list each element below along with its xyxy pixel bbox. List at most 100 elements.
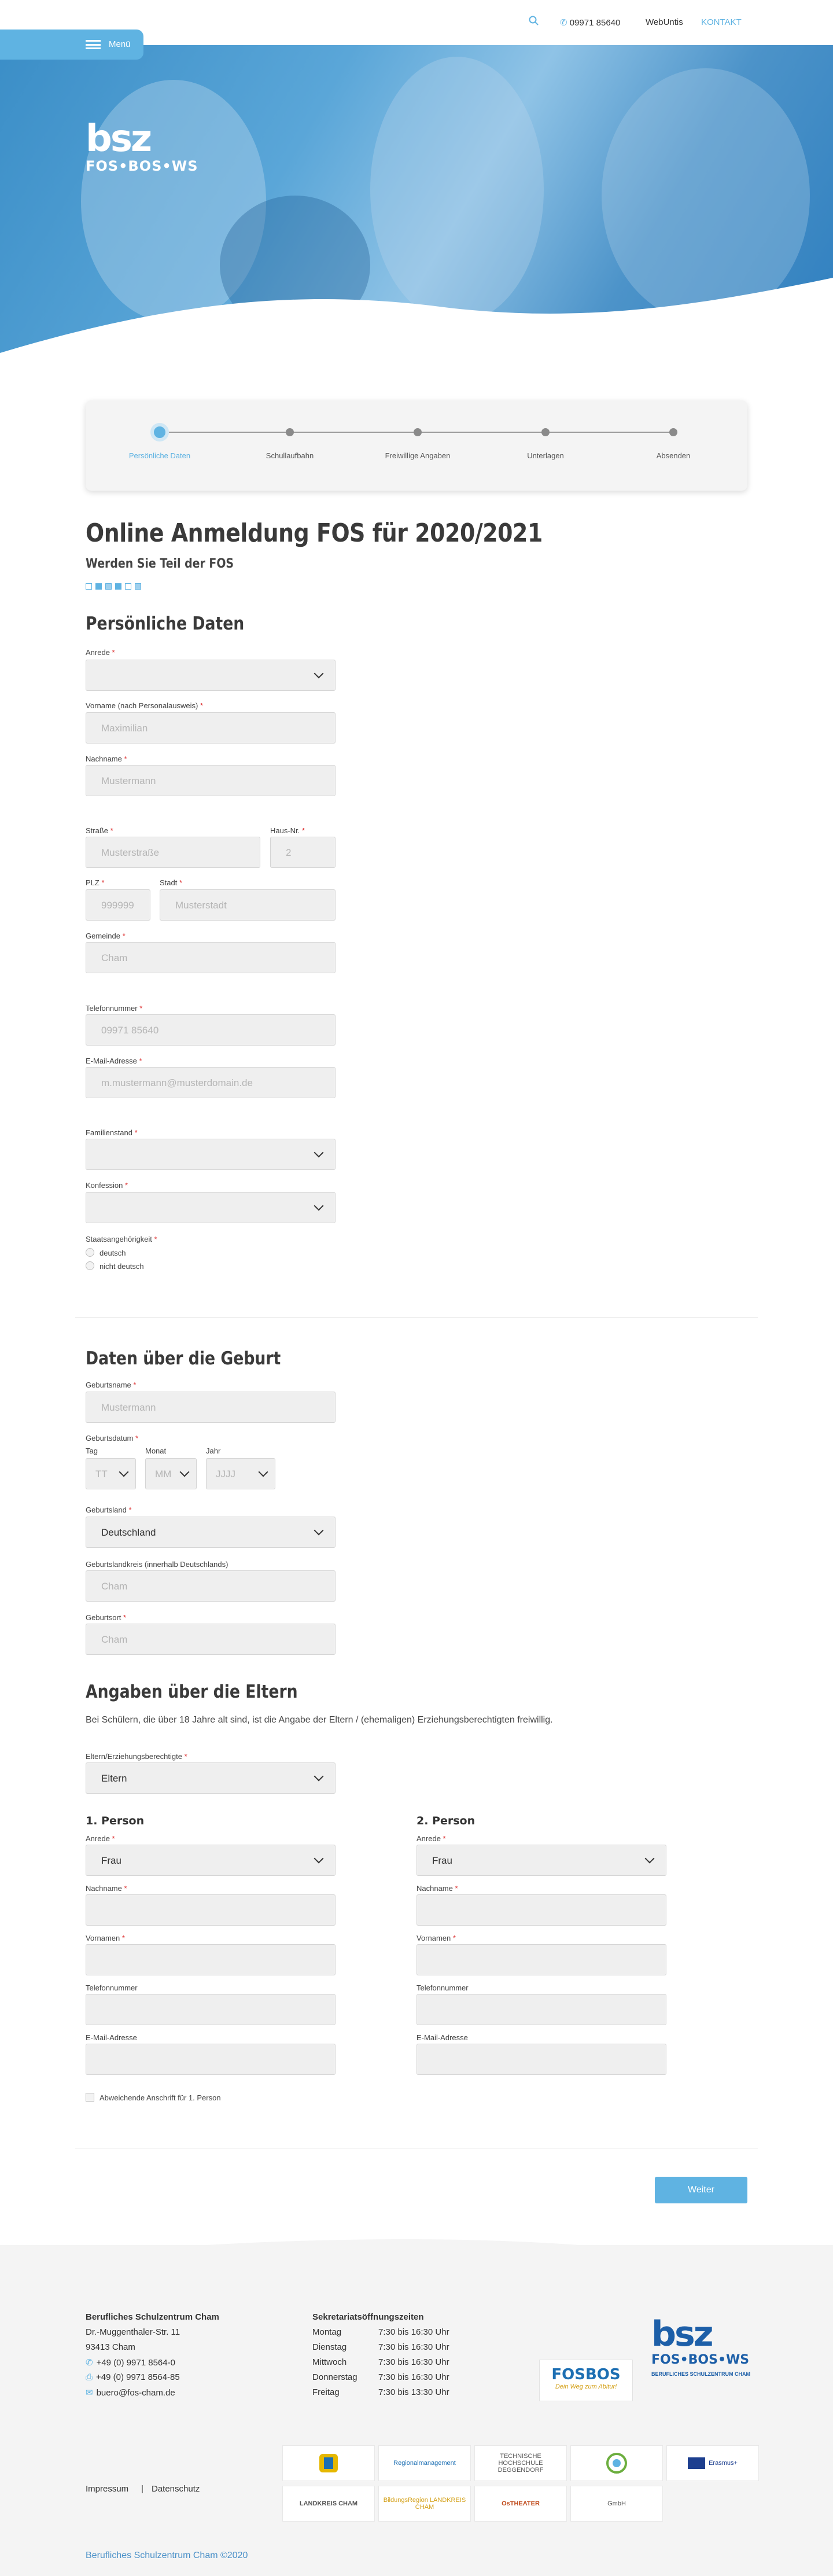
partner-logo-erasmus[interactable]: Erasmus+: [666, 2445, 759, 2481]
hours-time-2: 7:30 bis 16:30 Uhr: [378, 2342, 449, 2352]
monat-select[interactable]: MM: [145, 1458, 197, 1489]
bsz-footer-logo[interactable]: bsz FOS•BOS•WS BERUFLICHES SCHULZENTRUM …: [651, 2317, 750, 2404]
erz-select[interactable]: Eltern: [86, 1762, 336, 1794]
fosbos-logo[interactable]: FOSBOS Dein Weg zum Abitur!: [539, 2360, 633, 2401]
p1-anrede-select[interactable]: Frau: [86, 1845, 336, 1876]
phone-icon: ✆: [86, 2358, 93, 2368]
partner-logo-ostheater[interactable]: OsTHEATER: [474, 2486, 567, 2522]
p1-nachname-label: Nachname *: [86, 1884, 127, 1893]
partner-logo-circle[interactable]: [570, 2445, 663, 2481]
hero-wave: [0, 278, 833, 359]
p2-anrede-select[interactable]: Frau: [417, 1845, 666, 1876]
kontakt-link[interactable]: KONTAKT: [701, 17, 742, 27]
datenschutz-link[interactable]: Datenschutz: [152, 2484, 200, 2494]
step-label-3[interactable]: Freiwillige Angaben: [354, 451, 481, 460]
hours-time-4: 7:30 bis 16:30 Uhr: [378, 2372, 449, 2382]
konfession-select[interactable]: [86, 1192, 336, 1223]
step-dot-5[interactable]: [669, 428, 677, 436]
staat-deutsch-label[interactable]: deutsch: [99, 1249, 126, 1257]
decorative-squares: [86, 582, 145, 593]
telefon-label: Telefonnummer *: [86, 1004, 143, 1013]
footer-phone[interactable]: ✆ +49 (0) 9971 8564-0: [86, 2357, 175, 2368]
progress-stepper: Persönliche Daten Schullaufbahn Freiwill…: [86, 400, 747, 491]
search-icon[interactable]: [529, 16, 539, 28]
p1-vornamen-input[interactable]: [86, 1944, 336, 1975]
copyright-link[interactable]: Berufliches Schulzentrum Cham ©2020: [86, 2551, 248, 2561]
partner-logo-bayern[interactable]: [282, 2445, 375, 2481]
p2-vornamen-input[interactable]: [417, 1944, 666, 1975]
step-label-2[interactable]: Schullaufbahn: [226, 451, 353, 460]
p1-email-input[interactable]: [86, 2044, 336, 2075]
abweichend-label[interactable]: Abweichende Anschrift für 1. Person: [99, 2093, 221, 2102]
tag-select[interactable]: TT: [86, 1458, 136, 1489]
school-logo[interactable]: bsz FOS•BOS•WS: [86, 120, 198, 175]
staat-nicht-deutsch-label[interactable]: nicht deutsch: [99, 1262, 144, 1271]
menu-button[interactable]: Menü: [0, 30, 143, 60]
geburtslandkreis-label: Geburtslandkreis (innerhalb Deutschlands…: [86, 1560, 228, 1569]
hours-day-1: Montag: [312, 2327, 342, 2337]
fax-icon: ⎙: [86, 2372, 93, 2382]
partner-logo-landkreis-cham[interactable]: LANDKREIS CHAM: [282, 2486, 375, 2522]
chevron-down-icon: [258, 1467, 268, 1477]
footer-email[interactable]: ✉ buero@fos-cham.de: [86, 2387, 175, 2398]
page-title: Online Anmeldung FOS für 2020/2021: [86, 518, 543, 548]
step-dot-2[interactable]: [286, 428, 294, 436]
p1-nachname-input[interactable]: [86, 1894, 336, 1926]
menu-label: Menü: [109, 39, 131, 49]
phone-link[interactable]: ✆ 09971 85640: [560, 17, 620, 28]
step-label-5[interactable]: Absenden: [610, 451, 737, 460]
phone-number: 09971 85640: [569, 18, 621, 28]
jahr-label: Jahr: [206, 1447, 221, 1455]
step-dot-3[interactable]: [414, 428, 422, 436]
partner-logo-thd[interactable]: TECHNISCHE HOCHSCHULE DEGGENDORF: [474, 2445, 567, 2481]
jahr-select[interactable]: JJJJ: [206, 1458, 275, 1489]
nachname-input[interactable]: Mustermann: [86, 765, 336, 796]
step-label-4[interactable]: Unterlagen: [482, 451, 609, 460]
person2-title: 2. Person: [417, 1815, 476, 1827]
p2-email-input[interactable]: [417, 2044, 666, 2075]
plz-input[interactable]: 999999: [86, 889, 150, 921]
step-label-1[interactable]: Persönliche Daten: [96, 451, 223, 460]
geburtsland-select[interactable]: Deutschland: [86, 1517, 336, 1548]
familienstand-label: Familienstand *: [86, 1128, 138, 1137]
weiter-button[interactable]: Weiter: [655, 2177, 747, 2203]
anrede-select[interactable]: [86, 660, 336, 691]
hausnr-input[interactable]: 2: [270, 837, 336, 868]
webuntis-link[interactable]: WebUntis: [646, 17, 683, 27]
nachname-label: Nachname *: [86, 755, 127, 763]
partner-logo-bildungsregion[interactable]: BildungsRegion LANDKREIS CHAM: [378, 2486, 471, 2522]
partner-logo-gmbh[interactable]: GmbH: [570, 2486, 663, 2522]
familienstand-select[interactable]: [86, 1139, 336, 1170]
chevron-down-icon: [314, 1147, 324, 1158]
stadt-input[interactable]: Musterstadt: [160, 889, 336, 921]
chevron-down-icon: [179, 1467, 190, 1477]
section-divider: [75, 1317, 758, 1318]
abweichend-checkbox[interactable]: [86, 2093, 94, 2102]
hours-day-4: Donnerstag: [312, 2372, 357, 2382]
gemeinde-input[interactable]: Cham: [86, 942, 336, 973]
staat-nicht-deutsch-radio[interactable]: [86, 1261, 94, 1270]
geburtslandkreis-input[interactable]: Cham: [86, 1570, 336, 1602]
strasse-input[interactable]: Musterstraße: [86, 837, 260, 868]
vorname-input[interactable]: Maximilian: [86, 712, 336, 744]
step-dot-1[interactable]: [150, 423, 169, 441]
email-input[interactable]: m.mustermann@musterdomain.de: [86, 1067, 336, 1098]
staat-deutsch-radio[interactable]: [86, 1248, 94, 1257]
geburtsname-label: Geburtsname *: [86, 1381, 137, 1389]
p2-telefon-input[interactable]: [417, 1994, 666, 2025]
geburtsort-label: Geburtsort *: [86, 1613, 127, 1622]
hamburger-icon: [86, 40, 101, 49]
geburtsland-label: Geburtsland *: [86, 1506, 132, 1514]
phone-icon: ✆: [560, 18, 567, 28]
step-dot-4[interactable]: [541, 428, 550, 436]
telefon-input[interactable]: 09971 85640: [86, 1014, 336, 1046]
geburtsname-input[interactable]: Mustermann: [86, 1392, 336, 1423]
p1-vornamen-label: Vornamen *: [86, 1934, 125, 1942]
geburtsort-input[interactable]: Cham: [86, 1624, 336, 1655]
hours-time-3: 7:30 bis 16:30 Uhr: [378, 2357, 449, 2367]
partner-logo-regionalmanagement[interactable]: Regionalmanagement: [378, 2445, 471, 2481]
p2-vornamen-label: Vornamen *: [417, 1934, 456, 1942]
impressum-link[interactable]: Impressum: [86, 2484, 128, 2494]
p2-nachname-input[interactable]: [417, 1894, 666, 1926]
p1-telefon-input[interactable]: [86, 1994, 336, 2025]
